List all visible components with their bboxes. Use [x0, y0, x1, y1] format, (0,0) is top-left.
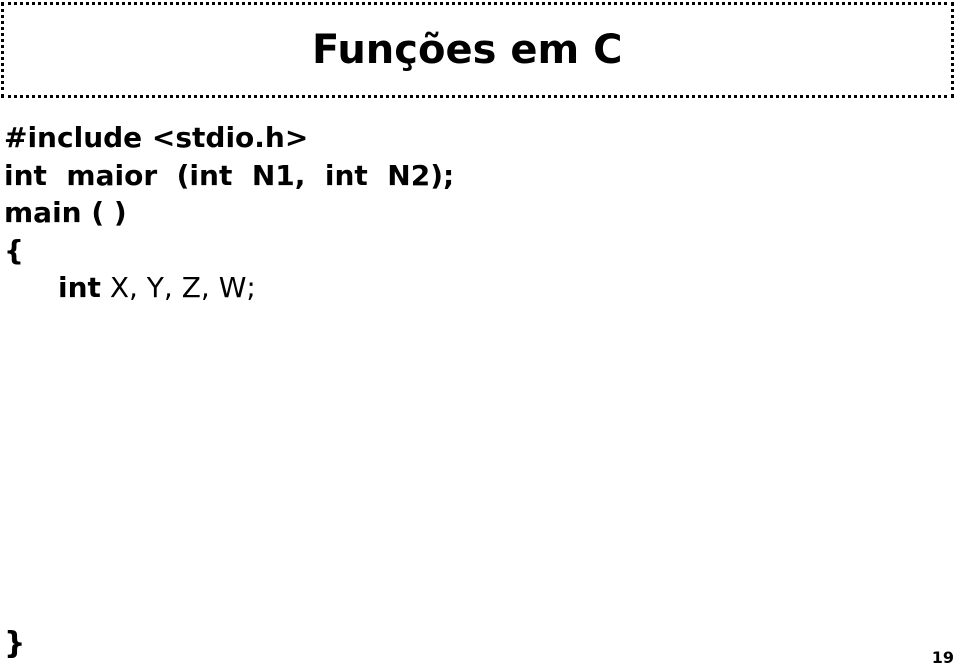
code-line-open-brace: {	[4, 233, 24, 267]
declaration-variables: X, Y, Z, W;	[100, 271, 256, 304]
code-block: #include <stdio.h> int maior (int N1, in…	[4, 119, 454, 307]
slide-title: Funções em C	[312, 27, 623, 73]
code-line-declaration: int X, Y, Z, W;	[4, 269, 454, 307]
declaration-keyword: int	[58, 271, 101, 304]
page-number: 19	[931, 648, 954, 667]
code-line-include: #include <stdio.h>	[4, 121, 309, 154]
code-line-main: main ( )	[4, 196, 127, 229]
code-line-prototype: int maior (int N1, int N2);	[4, 158, 455, 192]
code-line-close-brace: }	[4, 626, 26, 661]
